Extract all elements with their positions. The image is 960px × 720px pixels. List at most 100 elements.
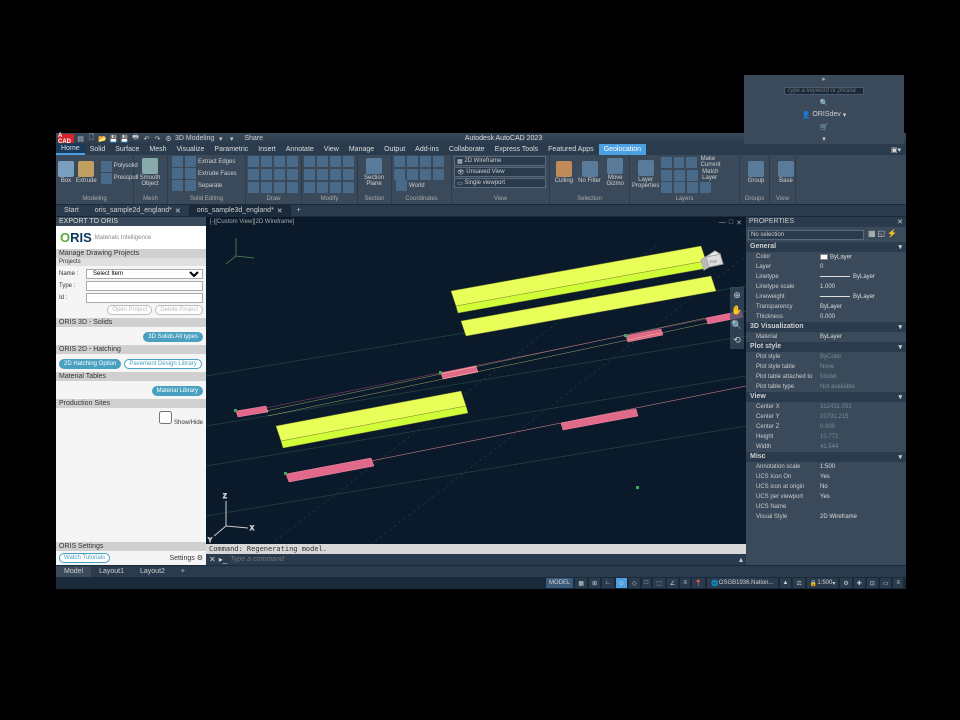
- extrude-button[interactable]: Extrude: [76, 156, 97, 188]
- qat-more-icon[interactable]: ▾: [227, 134, 236, 143]
- view-cube[interactable]: TOP: [698, 247, 728, 277]
- trim-icon[interactable]: [330, 156, 341, 167]
- open-project-button[interactable]: Open Project: [107, 305, 152, 315]
- tab-addins[interactable]: Add-ins: [410, 144, 444, 155]
- search-icon[interactable]: 🔍: [820, 99, 829, 107]
- tab-visualize[interactable]: Visualize: [172, 144, 210, 155]
- tab-geolocation[interactable]: Geolocation: [599, 144, 646, 155]
- cat-view[interactable]: View▾: [746, 392, 906, 402]
- group-button[interactable]: Group: [742, 156, 770, 188]
- cat-general[interactable]: General▾: [746, 242, 906, 252]
- pickadd-icon[interactable]: ▦: [868, 229, 876, 238]
- saveas-icon[interactable]: 💾: [120, 134, 129, 143]
- tab-insert[interactable]: Insert: [253, 144, 281, 155]
- filter-button[interactable]: No Filter: [578, 156, 602, 188]
- undo-icon[interactable]: ↶: [142, 134, 151, 143]
- box-button[interactable]: Box: [58, 156, 74, 188]
- close-tab-icon[interactable]: ✕: [277, 207, 283, 215]
- scale-display[interactable]: 🔒 1:500 ▾: [807, 578, 839, 588]
- select-objects-icon[interactable]: ◱: [877, 229, 885, 238]
- lineweight-toggle[interactable]: ≡: [680, 578, 690, 588]
- clean-screen-icon[interactable]: ▭: [880, 578, 892, 588]
- new-tab-button[interactable]: +: [291, 207, 307, 214]
- tab-annotate[interactable]: Annotate: [281, 144, 319, 155]
- project-name-select[interactable]: Select Item: [86, 269, 203, 279]
- separate-button[interactable]: Separate: [170, 180, 243, 191]
- workspace-gear-icon[interactable]: ⚙: [164, 134, 173, 143]
- zoom-icon[interactable]: 🔍: [731, 320, 742, 331]
- erase-icon[interactable]: [343, 156, 354, 167]
- showhide-checkbox[interactable]: [159, 411, 172, 424]
- smooth-object-button[interactable]: Smooth Object: [136, 156, 164, 188]
- properties-close-icon[interactable]: ✕: [897, 218, 903, 226]
- extrude-faces-button[interactable]: Extrude Faces: [170, 168, 243, 179]
- tab-output[interactable]: Output: [379, 144, 410, 155]
- tab-home[interactable]: Home: [56, 144, 85, 155]
- offset-icon[interactable]: [343, 182, 354, 193]
- tab-surface[interactable]: Surface: [110, 144, 144, 155]
- project-type-input[interactable]: [86, 281, 203, 291]
- isolate-icon[interactable]: ✚: [854, 578, 865, 588]
- share-button[interactable]: Share: [244, 135, 263, 142]
- steering-wheel-icon[interactable]: ⊕: [733, 290, 741, 301]
- otrack-toggle[interactable]: ∠: [667, 578, 678, 588]
- spline-icon[interactable]: [287, 169, 298, 180]
- settings-button[interactable]: Settings ⚙: [169, 554, 203, 562]
- hatch-icon[interactable]: [274, 169, 285, 180]
- mirror-icon[interactable]: [317, 169, 328, 180]
- ortho-toggle[interactable]: ∟: [602, 578, 614, 588]
- grid-toggle[interactable]: ▦: [575, 578, 587, 588]
- new-layout-button[interactable]: +: [173, 566, 193, 577]
- tab-model[interactable]: Model: [56, 566, 91, 577]
- tab-featured[interactable]: Featured Apps: [543, 144, 599, 155]
- pan-icon[interactable]: ✋: [731, 305, 742, 316]
- cat-3d-visualization[interactable]: 3D Visualization▾: [746, 322, 906, 332]
- tab-mesh[interactable]: Mesh: [144, 144, 171, 155]
- stretch-icon[interactable]: [304, 182, 315, 193]
- polar-toggle[interactable]: ⊙: [616, 578, 627, 588]
- tab-manage[interactable]: Manage: [344, 144, 379, 155]
- section-plane-button[interactable]: Section Plane: [360, 156, 388, 188]
- tab-doc1[interactable]: oris_sample2d_england*✕: [87, 205, 189, 216]
- line-icon[interactable]: [248, 156, 259, 167]
- model-space-toggle[interactable]: MODEL: [546, 578, 573, 588]
- ellipse-icon[interactable]: [261, 169, 272, 180]
- tab-layout1[interactable]: Layout1: [91, 566, 132, 577]
- redo-icon[interactable]: ↷: [153, 134, 162, 143]
- move-icon[interactable]: [304, 156, 315, 167]
- watch-tutorials-button[interactable]: Watch Tutorials: [59, 553, 110, 563]
- ucs-world-button[interactable]: World: [394, 180, 449, 191]
- hardware-accel-icon[interactable]: ⊡: [867, 578, 878, 588]
- customize-icon[interactable]: ≡: [893, 578, 903, 588]
- tab-express[interactable]: Express Tools: [490, 144, 543, 155]
- save-icon[interactable]: 💾: [109, 134, 118, 143]
- cat-misc[interactable]: Misc▾: [746, 452, 906, 462]
- selection-combo[interactable]: No selection: [748, 230, 864, 240]
- viewport-config-combo[interactable]: ▭ Single viewport: [454, 178, 546, 188]
- base-view-button[interactable]: Base: [772, 156, 800, 188]
- donut-icon[interactable]: [287, 182, 298, 193]
- app-icon[interactable]: A CAD: [58, 134, 74, 143]
- open-icon[interactable]: 📂: [98, 134, 107, 143]
- culling-button[interactable]: Culling: [552, 156, 576, 188]
- extract-edges-button[interactable]: Extract Edges: [170, 156, 243, 167]
- pavement-library-button[interactable]: Pavement Design Library: [124, 359, 201, 369]
- hatching-option-button[interactable]: 2D Hatching Option: [59, 359, 121, 369]
- command-input[interactable]: [230, 556, 736, 563]
- tab-start[interactable]: Start: [56, 205, 87, 216]
- autodesk-app-icon[interactable]: 🛒: [820, 123, 829, 131]
- material-library-button[interactable]: Material Library: [152, 386, 203, 396]
- explode-icon[interactable]: [343, 169, 354, 180]
- match-layer-button[interactable]: Match Layer: [700, 169, 737, 181]
- new-icon[interactable]: 🗋: [87, 134, 96, 143]
- tab-solid[interactable]: Solid: [85, 144, 111, 155]
- project-id-input[interactable]: [86, 293, 203, 303]
- tab-view[interactable]: View: [319, 144, 344, 155]
- named-view-combo[interactable]: 👁 Unsaved View: [454, 167, 546, 177]
- geomarker-icon[interactable]: 📍: [692, 578, 705, 588]
- tab-layout2[interactable]: Layout2: [132, 566, 173, 577]
- isodraft-toggle[interactable]: ◇: [629, 578, 640, 588]
- snap-toggle[interactable]: ⊞: [589, 578, 600, 588]
- user-menu[interactable]: 👤ORISdev▾: [802, 111, 847, 119]
- close-tab-icon[interactable]: ✕: [175, 207, 181, 215]
